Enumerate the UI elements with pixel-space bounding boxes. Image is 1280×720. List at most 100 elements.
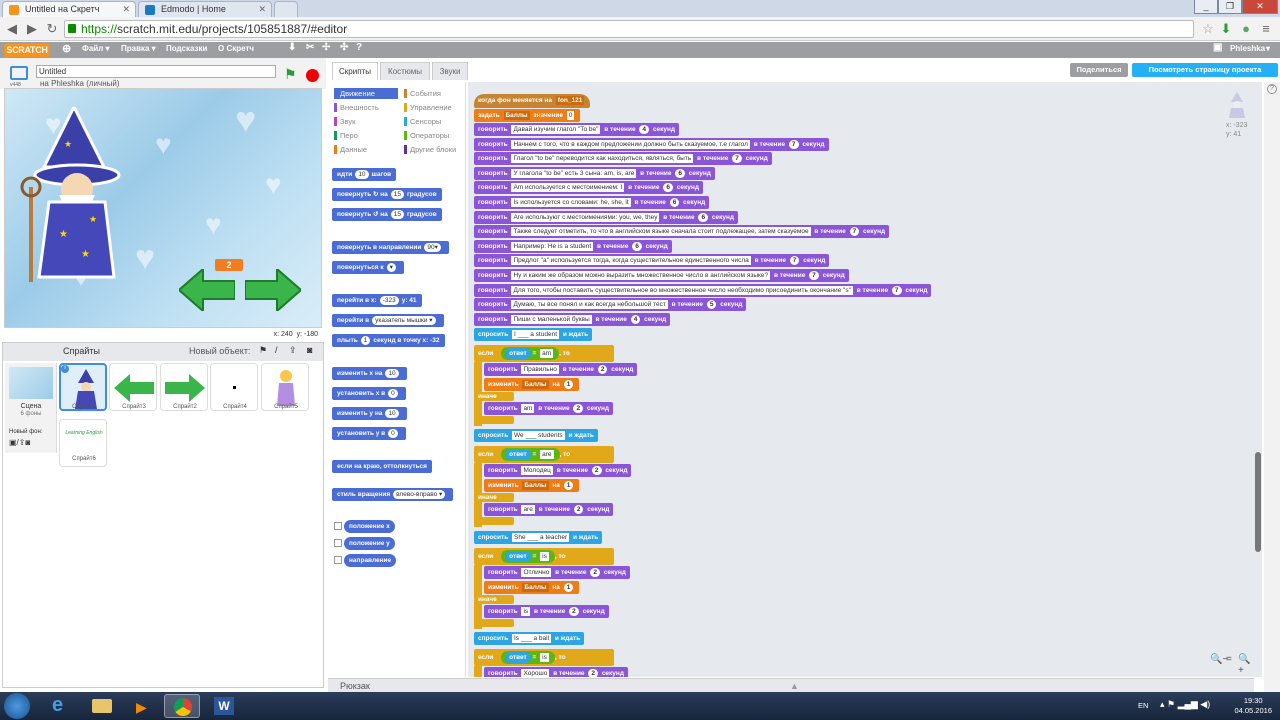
equals-operator[interactable]: ответ = am — [501, 346, 560, 360]
seconds-input[interactable]: 7 — [788, 139, 799, 149]
menu-file[interactable]: Файл ▾ — [82, 44, 110, 53]
grow-icon[interactable]: ✢ — [322, 42, 330, 53]
ie-icon[interactable]: e — [42, 694, 78, 718]
seconds-input[interactable]: 6 — [669, 198, 680, 207]
reload-icon[interactable]: ↻ — [44, 21, 60, 37]
seconds-input[interactable]: 6 — [663, 183, 673, 193]
tab-costumes[interactable]: Костюмы — [380, 62, 430, 80]
username[interactable]: Phleshka — [1230, 44, 1265, 53]
say-block[interactable]: говорить Для того, чтобы поставить сущес… — [474, 283, 932, 297]
menu-tips[interactable]: Подсказки — [166, 44, 207, 53]
variable-dropdown[interactable]: Баллы — [522, 481, 549, 490]
value-input[interactable]: 0 — [566, 111, 575, 120]
palette-block-input[interactable]: ▾ — [386, 263, 396, 272]
palette-block-input[interactable]: 10 — [355, 170, 369, 179]
palette-block-input[interactable]: -323 — [379, 296, 399, 305]
user-dropdown-icon[interactable]: ▾ — [1266, 44, 1270, 53]
say-block[interactable]: говорить am в течение 2 секунд — [484, 402, 614, 415]
shield-icon[interactable]: ● — [1238, 21, 1254, 37]
change-variable-block[interactable]: изменить Баллы на 1 — [484, 479, 580, 492]
if-else-block[interactable]: если ответ = is, то — [474, 649, 614, 666]
say-message-input[interactable]: am — [521, 404, 535, 413]
if-else-block[interactable]: если ответ = am, то — [474, 345, 614, 362]
say-message-input[interactable]: Глагол "to be" переводится как находитьс… — [511, 154, 694, 164]
category-8[interactable]: Операторы — [404, 130, 468, 141]
say-message-input[interactable]: Пиши с маленькой буквы — [511, 314, 592, 324]
stop-icon[interactable] — [306, 69, 319, 82]
reporter-2[interactable]: направление — [344, 554, 397, 567]
scratch-logo[interactable]: SCRATCH — [4, 43, 50, 57]
palette-block[interactable]: установить x в0 — [332, 387, 406, 400]
palette-block[interactable]: изменить y на 10 — [332, 407, 407, 420]
back-arrow-icon[interactable]: ◀ — [4, 21, 20, 37]
seconds-input[interactable]: 2 — [597, 365, 608, 374]
palette-block[interactable]: если на краю, оттолкнуться — [332, 460, 432, 473]
say-message-input[interactable]: Думаю, ты все понял и как всегда небольш… — [511, 300, 668, 310]
arrow-left-sprite[interactable] — [177, 266, 236, 314]
stage-canvas[interactable]: ♥ ♥ ♥ ♥ ♥ ♥ ♥ ★ ★ ★ ★ 2 — [4, 88, 322, 328]
help-icon[interactable]: ? — [1267, 84, 1277, 94]
equals-operator[interactable]: ответ = is — [501, 549, 555, 563]
seconds-input[interactable]: 7 — [809, 271, 819, 280]
maximize-button[interactable]: ❐ — [1218, 0, 1242, 14]
answer-value[interactable]: is — [540, 652, 549, 662]
ask-input[interactable]: I ___ a student — [512, 330, 560, 339]
palette-block[interactable]: перейти в x: -323 y: 41 — [332, 294, 422, 307]
say-block[interactable]: говорить Например: He is a student в теч… — [474, 239, 672, 253]
say-block[interactable]: говорить Хорошо в течение 2 секунд — [484, 667, 628, 677]
paint-brush-icon[interactable]: / — [275, 345, 278, 355]
category-6[interactable]: Управление — [404, 102, 468, 113]
tab-sounds[interactable]: Звуки — [432, 62, 468, 80]
answer-value[interactable]: are — [540, 449, 554, 459]
palette-block-input[interactable]: 90▾ — [424, 243, 441, 252]
seconds-input[interactable]: 7 — [732, 154, 742, 164]
info-icon[interactable]: i — [61, 365, 69, 373]
sprite-library-icon[interactable]: ⚑ — [259, 345, 267, 356]
ask-block[interactable]: спросить She ___ a teacher и ждать — [474, 531, 603, 544]
explorer-icon[interactable] — [84, 694, 120, 718]
new-tab-button[interactable] — [274, 1, 298, 17]
zoom-in-icon[interactable]: 🔍+ — [1238, 654, 1254, 676]
say-message-input[interactable]: Отлично — [521, 568, 552, 577]
else-label-block[interactable]: иначе — [474, 595, 514, 604]
seconds-input[interactable]: 2 — [573, 404, 584, 413]
equals-operator[interactable]: ответ = are — [501, 447, 560, 461]
say-block[interactable]: говорить Ну и каким же образом можно выр… — [474, 269, 849, 282]
if-else-block[interactable]: если ответ = are, то — [474, 446, 614, 463]
url-field[interactable]: https://scratch.mit.edu/projects/1058518… — [64, 20, 1194, 38]
palette-block-input[interactable]: 1 — [360, 336, 371, 345]
reporter-checkbox[interactable] — [334, 522, 342, 530]
seconds-input[interactable]: 5 — [706, 300, 717, 310]
zoom-reset-icon[interactable]: = — [1226, 654, 1232, 665]
reporter-checkbox[interactable] — [334, 556, 342, 564]
say-block[interactable]: говорить Are используют с местоимениями:… — [474, 210, 739, 224]
download-icon[interactable]: ⬇ — [1218, 21, 1234, 37]
backdrop-tools-icon[interactable]: ▣/⇪◙ — [9, 438, 30, 447]
palette-block[interactable]: установить y в0 — [332, 427, 406, 440]
category-9[interactable]: Другие блоки — [404, 144, 468, 155]
browser-tab-scratch[interactable]: Untitled на Скретч ✕ — [2, 1, 136, 17]
say-block[interactable]: говорить Предлог "a" используется тогда,… — [474, 254, 830, 268]
scripts-scrollbar[interactable] — [1255, 452, 1261, 552]
seconds-input[interactable]: 2 — [569, 607, 579, 616]
upload-icon[interactable]: ⇪ — [289, 345, 297, 356]
seconds-input[interactable]: 7 — [891, 285, 902, 295]
category-1[interactable]: Внешность — [334, 102, 398, 113]
category-4[interactable]: Данные — [334, 144, 398, 155]
share-button[interactable]: Поделиться — [1070, 63, 1128, 77]
clock[interactable]: 19:30 04.05.2016 — [1234, 696, 1272, 716]
say-message-input[interactable]: Давай изучим глагол "To be" — [511, 125, 601, 134]
change-value-input[interactable]: 1 — [563, 481, 574, 490]
say-message-input[interactable]: Ну и каким же образом можно выразить мно… — [511, 271, 771, 280]
seconds-input[interactable]: 6 — [675, 168, 685, 178]
cut-icon[interactable]: ✂ — [306, 42, 314, 53]
seconds-input[interactable]: 6 — [698, 212, 709, 222]
palette-block[interactable]: повернуться к ▾ — [332, 261, 404, 274]
tray-icons[interactable]: ▴ ⚑ ▂▄▆ ◀) — [1160, 699, 1210, 710]
palette-block-input[interactable]: 15 — [390, 190, 405, 199]
palette-block[interactable]: повернуть ↺ на 15 градусов — [332, 208, 442, 221]
arrow-right-sprite[interactable] — [244, 266, 303, 314]
change-variable-block[interactable]: изменить Баллы на 1 — [484, 581, 580, 594]
reporter-1[interactable]: положение y — [344, 537, 395, 550]
answer-value[interactable]: am — [540, 348, 554, 358]
